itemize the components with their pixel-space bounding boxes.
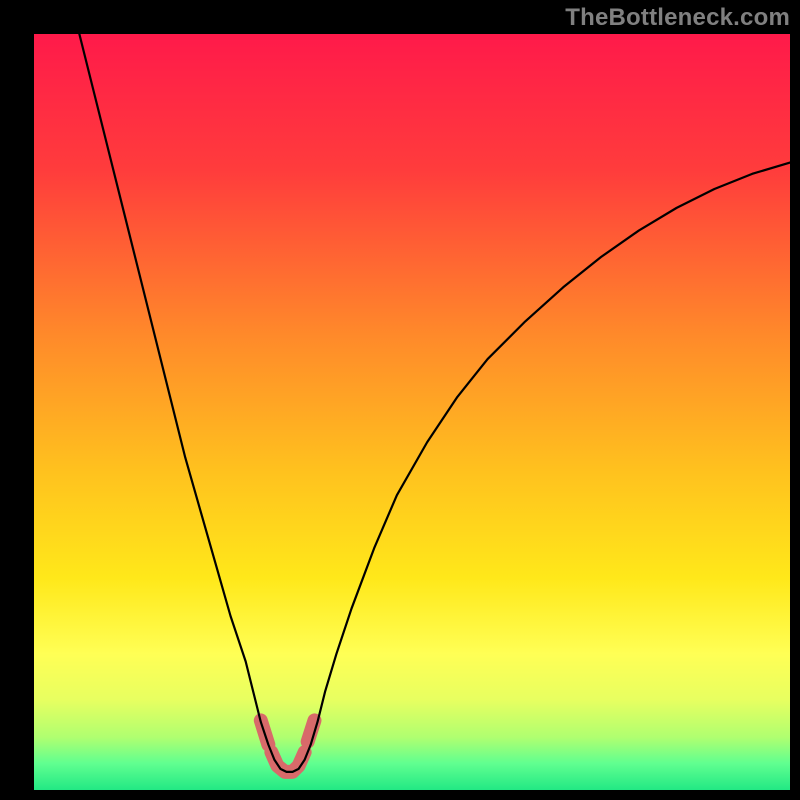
plot-background (34, 34, 790, 790)
chart-canvas (0, 0, 800, 800)
bottleneck-chart: TheBottleneck.com (0, 0, 800, 800)
watermark-text: TheBottleneck.com (565, 4, 790, 32)
